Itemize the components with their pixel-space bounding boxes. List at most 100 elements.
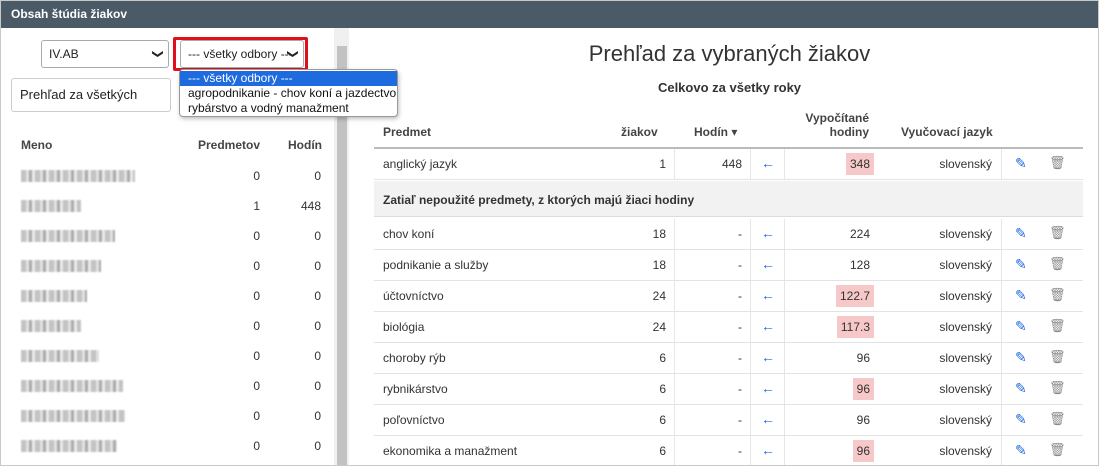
calculated-hours: 122.7 [835,285,874,307]
student-row[interactable]: 00 [1,161,334,191]
left-arrow-icon[interactable]: ← [761,256,775,272]
student-hours: 0 [314,259,321,273]
student-count: 6 [659,413,666,427]
calc-cell: 348 [794,149,874,179]
trash-icon[interactable]: 🗑 [1049,442,1066,458]
pencil-icon[interactable]: ✎ [1015,380,1027,397]
trash-icon[interactable]: 🗑 [1049,287,1066,303]
student-count: 1 [659,157,666,171]
left-arrow-icon[interactable]: ← [761,349,775,365]
col-divider [674,312,675,342]
table-row: podnikanie a služby 18 - ← 128 slovenský ✎ 🗑 [374,250,1083,281]
student-name-redacted [21,260,101,272]
col-hours-label: Hodín [694,125,728,139]
table-row: biológia 24 - ← 117.3 slovenský ✎ 🗑 [374,312,1083,343]
student-count: 6 [659,351,666,365]
field-option[interactable]: agropodnikanie - chov koní a jazdectvo [180,86,397,101]
pencil-icon[interactable]: ✎ [1015,155,1027,172]
student-row[interactable]: 00 [1,371,334,401]
student-hours: 0 [314,409,321,423]
student-name-redacted [21,320,81,332]
hours-value: - [738,320,742,334]
trash-icon[interactable]: 🗑 [1049,256,1066,272]
student-name-redacted [21,290,87,302]
trash-icon[interactable]: 🗑 [1049,225,1066,241]
col-students[interactable]: žiakov [621,125,658,139]
student-count: 18 [652,258,666,272]
trash-icon[interactable]: 🗑 [1049,349,1066,365]
student-row[interactable]: 00 [1,281,334,311]
subject-name: rybnikárstvo [383,382,448,396]
student-row[interactable]: 00 [1,251,334,281]
trash-icon[interactable]: 🗑 [1049,411,1066,427]
pencil-icon[interactable]: ✎ [1015,287,1027,304]
language-value: slovenský [939,258,992,272]
trash-icon[interactable]: 🗑 [1049,155,1066,171]
col-divider [674,250,675,280]
col-divider [674,343,675,373]
chevron-down-icon: ❯ [151,49,164,59]
student-row[interactable]: 00 [1,341,334,371]
trash-icon[interactable]: 🗑 [1049,318,1066,334]
pencil-icon[interactable]: ✎ [1015,411,1027,428]
pencil-icon[interactable]: ✎ [1015,349,1027,366]
student-name-redacted [21,380,123,392]
class-select-value: IV.AB [49,47,79,61]
col-divider [784,149,785,179]
col-hours[interactable]: Hodín ▾ [694,125,737,139]
calculated-hours: 96 [852,440,874,462]
student-subjects: 0 [253,229,260,243]
student-row[interactable]: 00 [1,431,334,461]
subject-name: ekonomika a manažment [383,444,518,458]
left-arrow-icon[interactable]: ← [761,287,775,303]
left-arrow-icon[interactable]: ← [761,155,775,171]
student-row[interactable]: 00 [1,221,334,251]
class-select[interactable]: IV.AB ❯ [41,40,169,68]
language-value: slovenský [939,351,992,365]
field-select[interactable]: --- všetky odbory --- ❯ [180,40,304,68]
col-divider [784,343,785,373]
left-arrow-icon[interactable]: ← [761,442,775,458]
col-calculated[interactable]: Vypočítané hodiny [805,111,869,139]
student-name-redacted [21,350,99,362]
col-name: Meno [21,138,53,152]
left-arrow-icon[interactable]: ← [761,318,775,334]
col-subject[interactable]: Predmet [383,125,431,139]
col-language[interactable]: Vyučovací jazyk [901,125,993,139]
left-arrow-icon[interactable]: ← [761,225,775,241]
col-divider [1001,374,1002,404]
field-option[interactable]: --- všetky odbory --- [180,71,397,86]
left-arrow-icon[interactable]: ← [761,411,775,427]
pencil-icon[interactable]: ✎ [1015,256,1027,273]
subject-name: biológia [383,320,425,334]
window-title: Obsah štúdia žiakov [1,1,1098,28]
language-value: slovenský [939,382,992,396]
left-arrow-icon[interactable]: ← [761,380,775,396]
field-option[interactable]: rybárstvo a vodný manažment [180,101,397,116]
pencil-icon[interactable]: ✎ [1015,318,1027,335]
col-divider [1001,436,1002,465]
col-divider [1001,250,1002,280]
student-subjects: 0 [253,439,260,453]
sort-desc-icon: ▾ [731,125,738,139]
pencil-icon[interactable]: ✎ [1015,442,1027,459]
table-row: účtovníctvo 24 - ← 122.7 slovenský ✎ 🗑 [374,281,1083,312]
pencil-icon[interactable]: ✎ [1015,225,1027,242]
overview-panel: Prehľad za vybraných žiakov Celkovo za v… [361,28,1098,465]
col-divider [784,219,785,249]
col-divider [674,374,675,404]
overview-all-button[interactable]: Prehľad za všetkých [11,78,171,112]
student-row[interactable]: 00 [1,401,334,431]
trash-icon[interactable]: 🗑 [1049,380,1066,396]
col-divider [750,281,751,311]
hours-value: - [738,289,742,303]
student-count: 6 [659,382,666,396]
calc-cell: 96 [794,343,874,373]
student-row[interactable]: 00 [1,311,334,341]
language-value: slovenský [939,157,992,171]
student-name-redacted [21,200,81,212]
calc-cell: 128 [794,250,874,280]
col-divider [1001,312,1002,342]
student-row[interactable]: 1 448 [1,191,334,221]
page-subtitle: Celkovo za všetky roky [657,80,802,95]
